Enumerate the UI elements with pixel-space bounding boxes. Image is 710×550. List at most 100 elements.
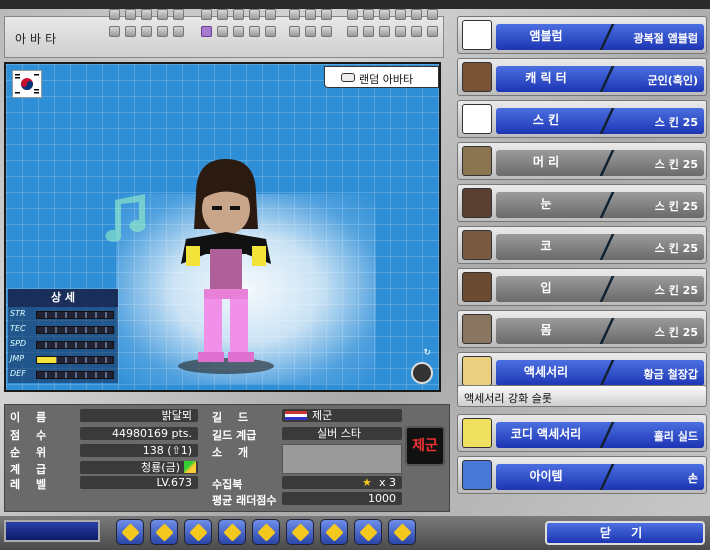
stat-bar	[36, 326, 114, 334]
panel-item-7[interactable]: 입 스 킨 25	[457, 268, 707, 306]
panel-item-name: 아이템	[529, 469, 563, 483]
avatar-tab-bar: 아바타	[4, 9, 444, 58]
hand-icon	[462, 460, 492, 490]
panel-item-5[interactable]: 눈 스 킨 25	[457, 184, 707, 222]
rank-label: 순 위	[10, 446, 53, 459]
avatar-slot[interactable]	[233, 9, 244, 20]
avatar-slot[interactable]	[173, 9, 184, 20]
avatar-slot[interactable]	[157, 26, 168, 37]
toolbar-button-3[interactable]	[184, 519, 212, 545]
avatar-slot[interactable]	[289, 26, 300, 37]
stat-row: SPD	[8, 339, 118, 352]
random-avatar-toggle[interactable]: 랜덤 아바타	[324, 66, 439, 88]
toolbar-button-5[interactable]	[252, 519, 280, 545]
level-value: LV.673	[80, 476, 198, 489]
avatar-slot[interactable]	[141, 9, 152, 20]
rotate-avatar-button[interactable]	[411, 362, 433, 384]
avatar-slot[interactable]	[249, 9, 260, 20]
panel-item-4[interactable]: 머 리 스 킨 25	[457, 142, 707, 180]
panel-item-divider	[598, 276, 616, 302]
avatar-character	[176, 154, 276, 374]
body-icon	[462, 314, 492, 344]
avatar-slot[interactable]	[233, 26, 244, 37]
panel-item-name: 몸	[540, 323, 552, 337]
avatar-slot[interactable]	[379, 9, 390, 20]
stats-title: 상 세	[8, 289, 118, 307]
avatar-slot[interactable]	[125, 26, 136, 37]
grade-icon	[184, 461, 196, 473]
panel-item-2[interactable]: 캐 릭 터 군인(흑인)	[457, 58, 707, 96]
avatar-slot[interactable]	[157, 9, 168, 20]
intro-label: 소 개	[212, 446, 255, 459]
customization-panel: 앰블럼 광복절 앰블럼 캐 릭 터 군인(흑인) 스 킨스 킨 25 머 리스 킨 25 눈…	[457, 16, 707, 494]
avatar-slot[interactable]	[201, 26, 212, 37]
avatar-slot[interactable]	[427, 26, 438, 37]
panel-item-name: 머 리	[532, 155, 560, 169]
panel-item-value: 스 킨 25	[654, 326, 698, 339]
avatar-slot[interactable]	[379, 26, 390, 37]
random-avatar-label: 랜덤 아바타	[359, 73, 414, 86]
character-icon	[462, 62, 492, 92]
panel-item-value: 황금 철장갑	[643, 368, 698, 381]
avatar-slot[interactable]	[305, 26, 316, 37]
avatar-slot[interactable]	[363, 9, 374, 20]
skin-icon	[462, 104, 492, 134]
avatar-slot[interactable]	[321, 26, 332, 37]
stat-bar	[36, 311, 114, 319]
avatar-slot[interactable]	[109, 9, 120, 20]
avatar-slot[interactable]	[265, 9, 276, 20]
chat-input[interactable]	[4, 520, 100, 542]
panel-item-3[interactable]: 스 킨 스 킨 25	[457, 100, 707, 138]
avatar-slot[interactable]	[347, 26, 358, 37]
avatar-slot[interactable]	[141, 26, 152, 37]
avatar-slot[interactable]	[125, 9, 136, 20]
panel-item-name: 액세서리	[523, 365, 569, 379]
panel-item-11[interactable]: 아이템 손	[457, 456, 707, 494]
avatar-slot[interactable]	[395, 26, 406, 37]
accessory-enhance-slot[interactable]: 액세서리 강화 슬롯	[457, 385, 707, 407]
avatar-slot[interactable]	[201, 9, 212, 20]
avatar-slot[interactable]	[321, 9, 332, 20]
toolbar-button-7[interactable]	[320, 519, 348, 545]
avatar-slot[interactable]	[289, 9, 300, 20]
panel-item-divider	[598, 150, 616, 176]
panel-item-10[interactable]: 코디 액세서리 홀리 실드	[457, 414, 707, 452]
toolbar-button-8[interactable]	[354, 519, 382, 545]
panel-item-8[interactable]: 몸 스 킨 25	[457, 310, 707, 348]
ladder-value: 1000	[282, 492, 402, 505]
avatar-slot[interactable]	[173, 26, 184, 37]
guild-flag-icon	[285, 411, 307, 420]
panel-item-1[interactable]: 앰블럼 광복절 앰블럼	[457, 16, 707, 54]
score-label: 점 수	[10, 429, 53, 442]
hair-icon	[462, 146, 492, 176]
avatar-slot[interactable]	[427, 9, 438, 20]
avatar-slot[interactable]	[347, 9, 358, 20]
close-button[interactable]: 닫 기	[545, 521, 705, 545]
toolbar-button-1[interactable]	[116, 519, 144, 545]
avatar-slot[interactable]	[411, 9, 422, 20]
panel-item-6[interactable]: 코 스 킨 25	[457, 226, 707, 264]
toolbar-button-9[interactable]	[388, 519, 416, 545]
avatar-slot[interactable]	[265, 26, 276, 37]
avatar-slot[interactable]	[217, 9, 228, 20]
eye-icon	[462, 188, 492, 218]
toolbar-button-6[interactable]	[286, 519, 314, 545]
avatar-tab-label: 아바타	[15, 32, 61, 46]
avatar-slot[interactable]	[363, 26, 374, 37]
panel-item-value: 스 킨 25	[654, 116, 698, 129]
avatar-slot[interactable]	[217, 26, 228, 37]
panel-item-value: 홀리 실드	[653, 430, 698, 443]
avatar-slot[interactable]	[411, 26, 422, 37]
toolbar-button-2[interactable]	[150, 519, 178, 545]
avatar-slot[interactable]	[395, 9, 406, 20]
random-avatar-checkbox[interactable]	[341, 73, 355, 82]
collection-value: x 3	[282, 476, 402, 489]
avatar-slot[interactable]	[109, 26, 120, 37]
stat-key: TEC	[10, 324, 26, 333]
name-label: 이 름	[10, 411, 53, 424]
toolbar-button-4[interactable]	[218, 519, 246, 545]
panel-item-value: 광복절 앰블럼	[633, 32, 698, 45]
avatar-slot[interactable]	[249, 26, 260, 37]
shield-icon	[462, 418, 492, 448]
avatar-slot[interactable]	[305, 9, 316, 20]
